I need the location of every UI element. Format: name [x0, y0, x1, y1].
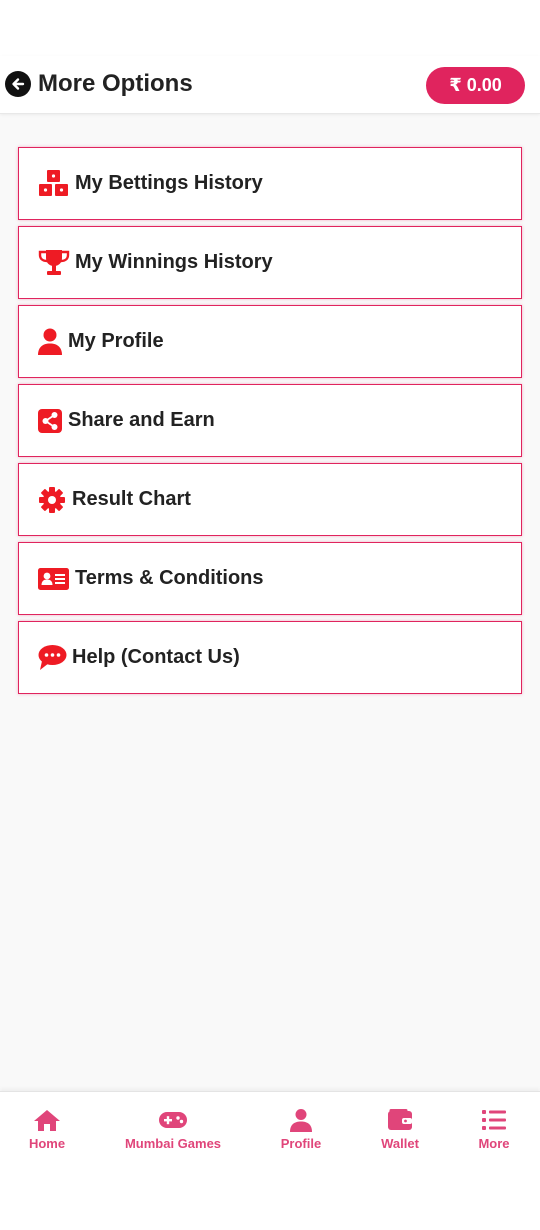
nav-label: Wallet [381, 1136, 419, 1151]
menu-item-bettings-history[interactable]: My Bettings History [18, 147, 522, 220]
menu-item-label: Result Chart [72, 488, 191, 510]
top-header: More Options ₹ 0.00 [0, 56, 540, 114]
nav-more[interactable]: More [474, 1108, 514, 1151]
nav-label: Profile [280, 1136, 322, 1151]
page-title: More Options [38, 70, 193, 97]
menu-item-my-profile[interactable]: My Profile [18, 305, 522, 378]
user-icon [37, 327, 64, 357]
nav-mumbai-games[interactable]: Mumbai Games [122, 1108, 224, 1151]
menu-item-winnings-history[interactable]: My Winnings History [18, 226, 522, 299]
wallet-balance-button[interactable]: ₹ 0.00 [426, 67, 525, 104]
nav-label: Home [28, 1136, 66, 1151]
bottom-navigation: Home Mumbai Games Profile Wallet More [0, 1091, 540, 1230]
nav-label: Mumbai Games [124, 1136, 222, 1151]
chat-icon [37, 643, 68, 673]
wallet-icon [387, 1108, 413, 1132]
menu-item-result-chart[interactable]: Result Chart [18, 463, 522, 536]
back-button[interactable] [5, 71, 31, 97]
gear-icon [37, 485, 68, 515]
nav-label: More [478, 1136, 510, 1151]
menu-item-help-contact[interactable]: Help (Contact Us) [18, 621, 522, 694]
options-menu: My Bettings History My Winnings History … [18, 147, 522, 700]
menu-item-label: My Winnings History [75, 251, 273, 273]
gamepad-icon [158, 1108, 188, 1132]
menu-item-label: Help (Contact Us) [72, 646, 240, 668]
menu-item-label: Terms & Conditions [75, 567, 264, 589]
menu-item-label: My Bettings History [75, 172, 263, 194]
share-icon [37, 406, 64, 436]
nav-wallet[interactable]: Wallet [376, 1108, 424, 1151]
list-icon [481, 1108, 507, 1132]
status-bar-area [0, 0, 540, 56]
arrow-left-circle-icon [10, 76, 26, 92]
menu-item-share-and-earn[interactable]: Share and Earn [18, 384, 522, 457]
nav-profile[interactable]: Profile [276, 1108, 326, 1151]
menu-item-label: My Profile [68, 330, 164, 352]
menu-item-label: Share and Earn [68, 409, 215, 431]
nav-home[interactable]: Home [24, 1108, 70, 1151]
id-card-icon [37, 564, 71, 594]
user-icon [289, 1108, 313, 1132]
trophy-icon [37, 248, 71, 278]
cubes-icon [37, 169, 71, 199]
menu-item-terms-conditions[interactable]: Terms & Conditions [18, 542, 522, 615]
home-icon [33, 1108, 61, 1132]
